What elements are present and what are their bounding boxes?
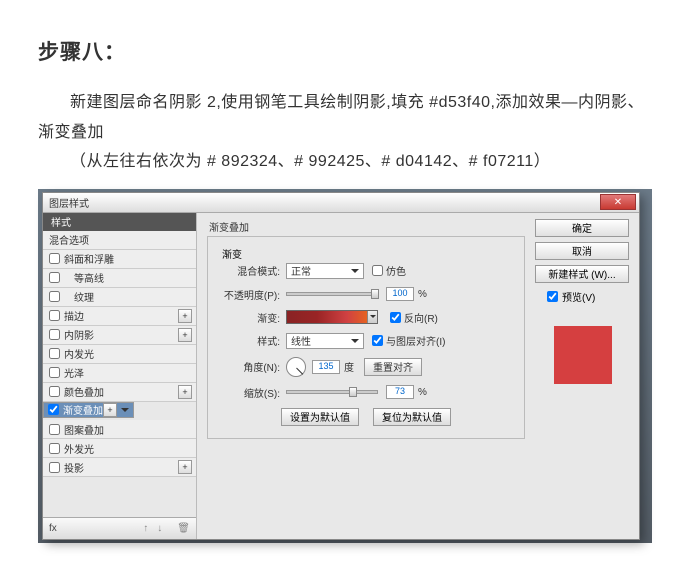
plus-icon[interactable]: + — [178, 309, 192, 323]
style-label: 样式: — [218, 333, 280, 348]
align-checkbox[interactable]: 与图层对齐(I) — [372, 333, 445, 348]
sidebar-footer: fx ↑↓ 🗑 — [43, 517, 196, 539]
sidebar-item-label: 内阴影 — [64, 327, 94, 342]
right-column: 确定 取消 新建样式 (W)... 预览(V) — [535, 213, 639, 539]
sidebar-item[interactable]: 等高线 — [43, 269, 196, 288]
sidebar-item-label: 等高线 — [74, 270, 104, 285]
angle-value[interactable]: 135 — [312, 360, 340, 374]
screenshot-wrapper: 图层样式 ✕ 样式 混合选项斜面和浮雕等高线纹理描边 + 内阴影 + 内发光光泽颜色叠加… — [38, 189, 652, 543]
style-checkbox[interactable] — [49, 253, 60, 264]
gradient-dropdown-icon[interactable] — [367, 311, 377, 323]
preview-swatch — [554, 326, 612, 384]
reset-align-button[interactable]: 重置对齐 — [364, 358, 422, 376]
scale-value[interactable]: 73 — [386, 385, 414, 399]
sidebar-item[interactable]: 纹理 — [43, 288, 196, 307]
style-checkbox[interactable] — [49, 367, 60, 378]
sidebar-header: 样式 — [43, 213, 196, 231]
fx-label[interactable]: fx — [49, 523, 57, 534]
reverse-checkbox[interactable]: 反向(R) — [390, 310, 438, 325]
angle-dial[interactable] — [286, 357, 306, 377]
styles-sidebar: 样式 混合选项斜面和浮雕等高线纹理描边+内阴影+内发光光泽颜色叠加+渐变叠加+图… — [43, 213, 197, 539]
sidebar-item[interactable]: 图案叠加 — [43, 420, 196, 439]
style-select[interactable]: 线性 — [286, 333, 364, 349]
gradient-picker[interactable] — [286, 310, 378, 324]
style-checkbox[interactable] — [49, 462, 60, 473]
new-style-button[interactable]: 新建样式 (W)... — [535, 265, 629, 283]
style-checkbox[interactable] — [49, 329, 60, 340]
sidebar-item[interactable]: 投影 + — [43, 458, 196, 477]
style-checkbox[interactable] — [48, 404, 59, 415]
opacity-label: 不透明度(P): — [218, 287, 280, 302]
opacity-value[interactable]: 100 — [386, 287, 414, 301]
sidebar-item-label: 内发光 — [64, 346, 94, 361]
sidebar-item-label: 光泽 — [64, 365, 84, 380]
style-checkbox[interactable] — [49, 272, 60, 283]
sidebar-item-label: 混合选项 — [49, 232, 89, 247]
set-default-button[interactable]: 设置为默认值 — [281, 408, 359, 426]
sidebar-item[interactable]: 光泽 — [43, 364, 196, 383]
sidebar-item-label: 渐变叠加 — [63, 402, 103, 417]
ok-button[interactable]: 确定 — [535, 219, 629, 237]
plus-icon[interactable]: + — [178, 460, 192, 474]
dialog-title: 图层样式 — [49, 195, 89, 210]
settings-panel: 渐变叠加 渐变 混合模式: 正常 仿色 不透明度(P): 100 % — [197, 213, 535, 539]
sidebar-item[interactable]: 内阴影 + — [43, 326, 196, 345]
group-label: 渐变 — [218, 246, 246, 261]
sidebar-item[interactable]: 内发光 — [43, 345, 196, 364]
sidebar-item-label: 描边 — [64, 308, 84, 323]
sidebar-item-label: 纹理 — [74, 289, 94, 304]
angle-label: 角度(N): — [218, 359, 280, 374]
scale-slider[interactable] — [286, 390, 378, 394]
style-checkbox[interactable] — [49, 310, 60, 321]
titlebar[interactable]: 图层样式 ✕ — [43, 193, 639, 213]
preview-checkbox[interactable]: 预览(V) — [535, 289, 631, 304]
plus-icon[interactable]: + — [178, 385, 192, 399]
sidebar-item-label: 斜面和浮雕 — [64, 251, 114, 266]
sidebar-item-label: 投影 — [64, 460, 84, 475]
style-checkbox[interactable] — [49, 386, 60, 397]
style-checkbox[interactable] — [49, 443, 60, 454]
style-checkbox[interactable] — [49, 348, 60, 359]
cancel-button[interactable]: 取消 — [535, 242, 629, 260]
layer-style-dialog: 图层样式 ✕ 样式 混合选项斜面和浮雕等高线纹理描边 + 内阴影 + 内发光光泽颜色叠加… — [42, 192, 640, 540]
blend-mode-select[interactable]: 正常 — [286, 263, 364, 279]
sidebar-item[interactable]: 混合选项 — [43, 231, 196, 250]
sidebar-item[interactable]: 描边 + — [43, 307, 196, 326]
sidebar-item[interactable]: 颜色叠加 + — [43, 383, 196, 402]
sidebar-item[interactable]: 斜面和浮雕 — [43, 250, 196, 269]
sidebar-item[interactable]: 渐变叠加+ — [43, 402, 134, 418]
sidebar-item[interactable]: 外发光 — [43, 439, 196, 458]
step-description: 新建图层命名阴影 2,使用钢笔工具绘制阴影,填充 #d53f40,添加效果—内阴… — [38, 88, 652, 177]
sidebar-item-label: 外发光 — [64, 441, 94, 456]
down-icon[interactable]: ↓ — [157, 523, 171, 534]
sidebar-item-label: 颜色叠加 — [64, 384, 104, 399]
style-checkbox[interactable] — [49, 291, 60, 302]
up-icon[interactable]: ↑ — [143, 523, 157, 534]
sidebar-item-label: 图案叠加 — [64, 422, 104, 437]
opacity-slider[interactable] — [286, 292, 378, 296]
step-title: 步骤八： — [38, 36, 652, 66]
panel-title: 渐变叠加 — [209, 219, 525, 234]
reset-default-button[interactable]: 复位为默认值 — [373, 408, 451, 426]
close-button[interactable]: ✕ — [600, 194, 636, 210]
blend-mode-label: 混合模式: — [218, 263, 280, 278]
style-checkbox[interactable] — [49, 424, 60, 435]
trash-icon[interactable]: 🗑 — [177, 523, 190, 534]
gradient-label: 渐变: — [218, 310, 280, 325]
dither-checkbox[interactable]: 仿色 — [372, 263, 406, 278]
plus-icon[interactable]: + — [178, 328, 192, 342]
scale-label: 缩放(S): — [218, 385, 280, 400]
plus-icon[interactable]: + — [103, 403, 117, 417]
